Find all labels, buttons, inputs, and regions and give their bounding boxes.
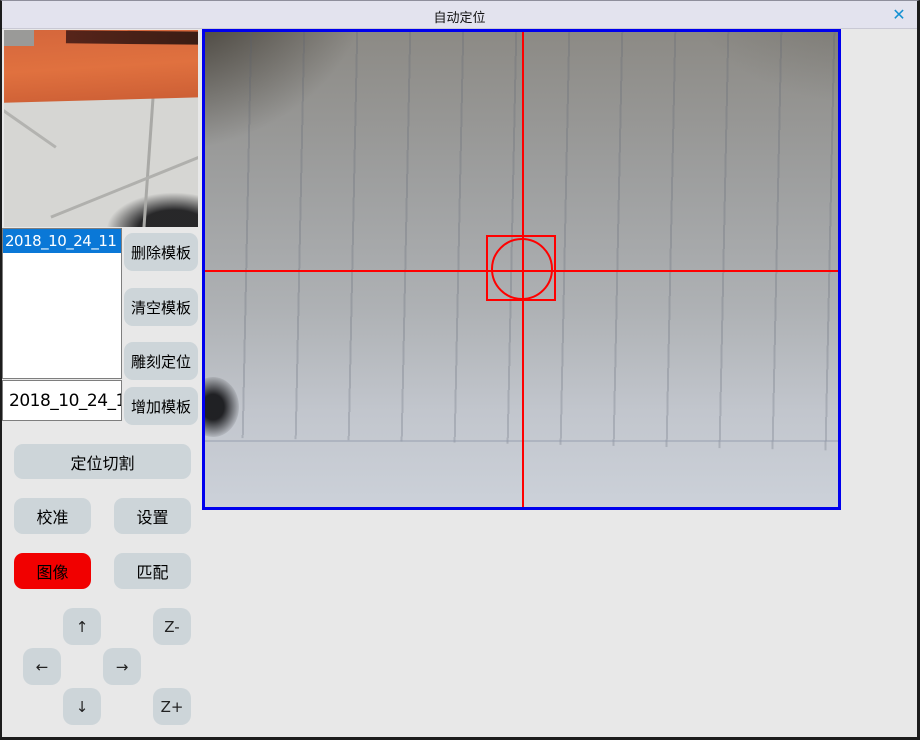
camera-view[interactable] — [202, 29, 841, 510]
engrave-position-button[interactable]: 雕刻定位 — [124, 342, 198, 380]
template-thumbnail — [4, 30, 198, 227]
template-list[interactable]: 2018_10_24_11 — [2, 228, 122, 379]
match-button[interactable]: 匹配 — [114, 553, 191, 589]
thumb-tile-line — [142, 90, 155, 227]
titlebar: 自动定位 ✕ — [2, 1, 917, 29]
jog-right-button[interactable]: → — [103, 648, 141, 685]
thumb-gray-patch — [4, 30, 34, 46]
target-circle-overlay — [491, 238, 553, 300]
clear-templates-button[interactable]: 清空模板 — [124, 288, 198, 326]
thumb-dark-bar — [66, 30, 198, 44]
window-title: 自动定位 — [2, 7, 917, 26]
jog-z-plus-button[interactable]: Z+ — [153, 688, 191, 725]
template-name-input[interactable] — [2, 380, 122, 421]
thumb-tile-line — [4, 94, 57, 148]
calibrate-button[interactable]: 校准 — [14, 498, 91, 534]
image-button-active[interactable]: 图像 — [14, 553, 91, 589]
close-icon[interactable]: ✕ — [888, 4, 910, 26]
jog-down-button[interactable]: ↓ — [63, 688, 101, 725]
auto-position-window: 自动定位 ✕ 2018_10_24_11 删除模板 清空模板 雕刻定位 增加模板… — [0, 0, 920, 740]
settings-button[interactable]: 设置 — [114, 498, 191, 534]
jog-up-button[interactable]: ↑ — [63, 608, 101, 645]
jog-left-button[interactable]: ← — [23, 648, 61, 685]
add-template-button[interactable]: 增加模板 — [124, 387, 198, 425]
jog-z-minus-button[interactable]: Z- — [153, 608, 191, 645]
template-list-item-selected[interactable]: 2018_10_24_11 — [3, 229, 121, 253]
thumb-tile-line — [50, 145, 198, 219]
position-cut-button[interactable]: 定位切割 — [14, 444, 191, 479]
delete-template-button[interactable]: 删除模板 — [124, 233, 198, 271]
